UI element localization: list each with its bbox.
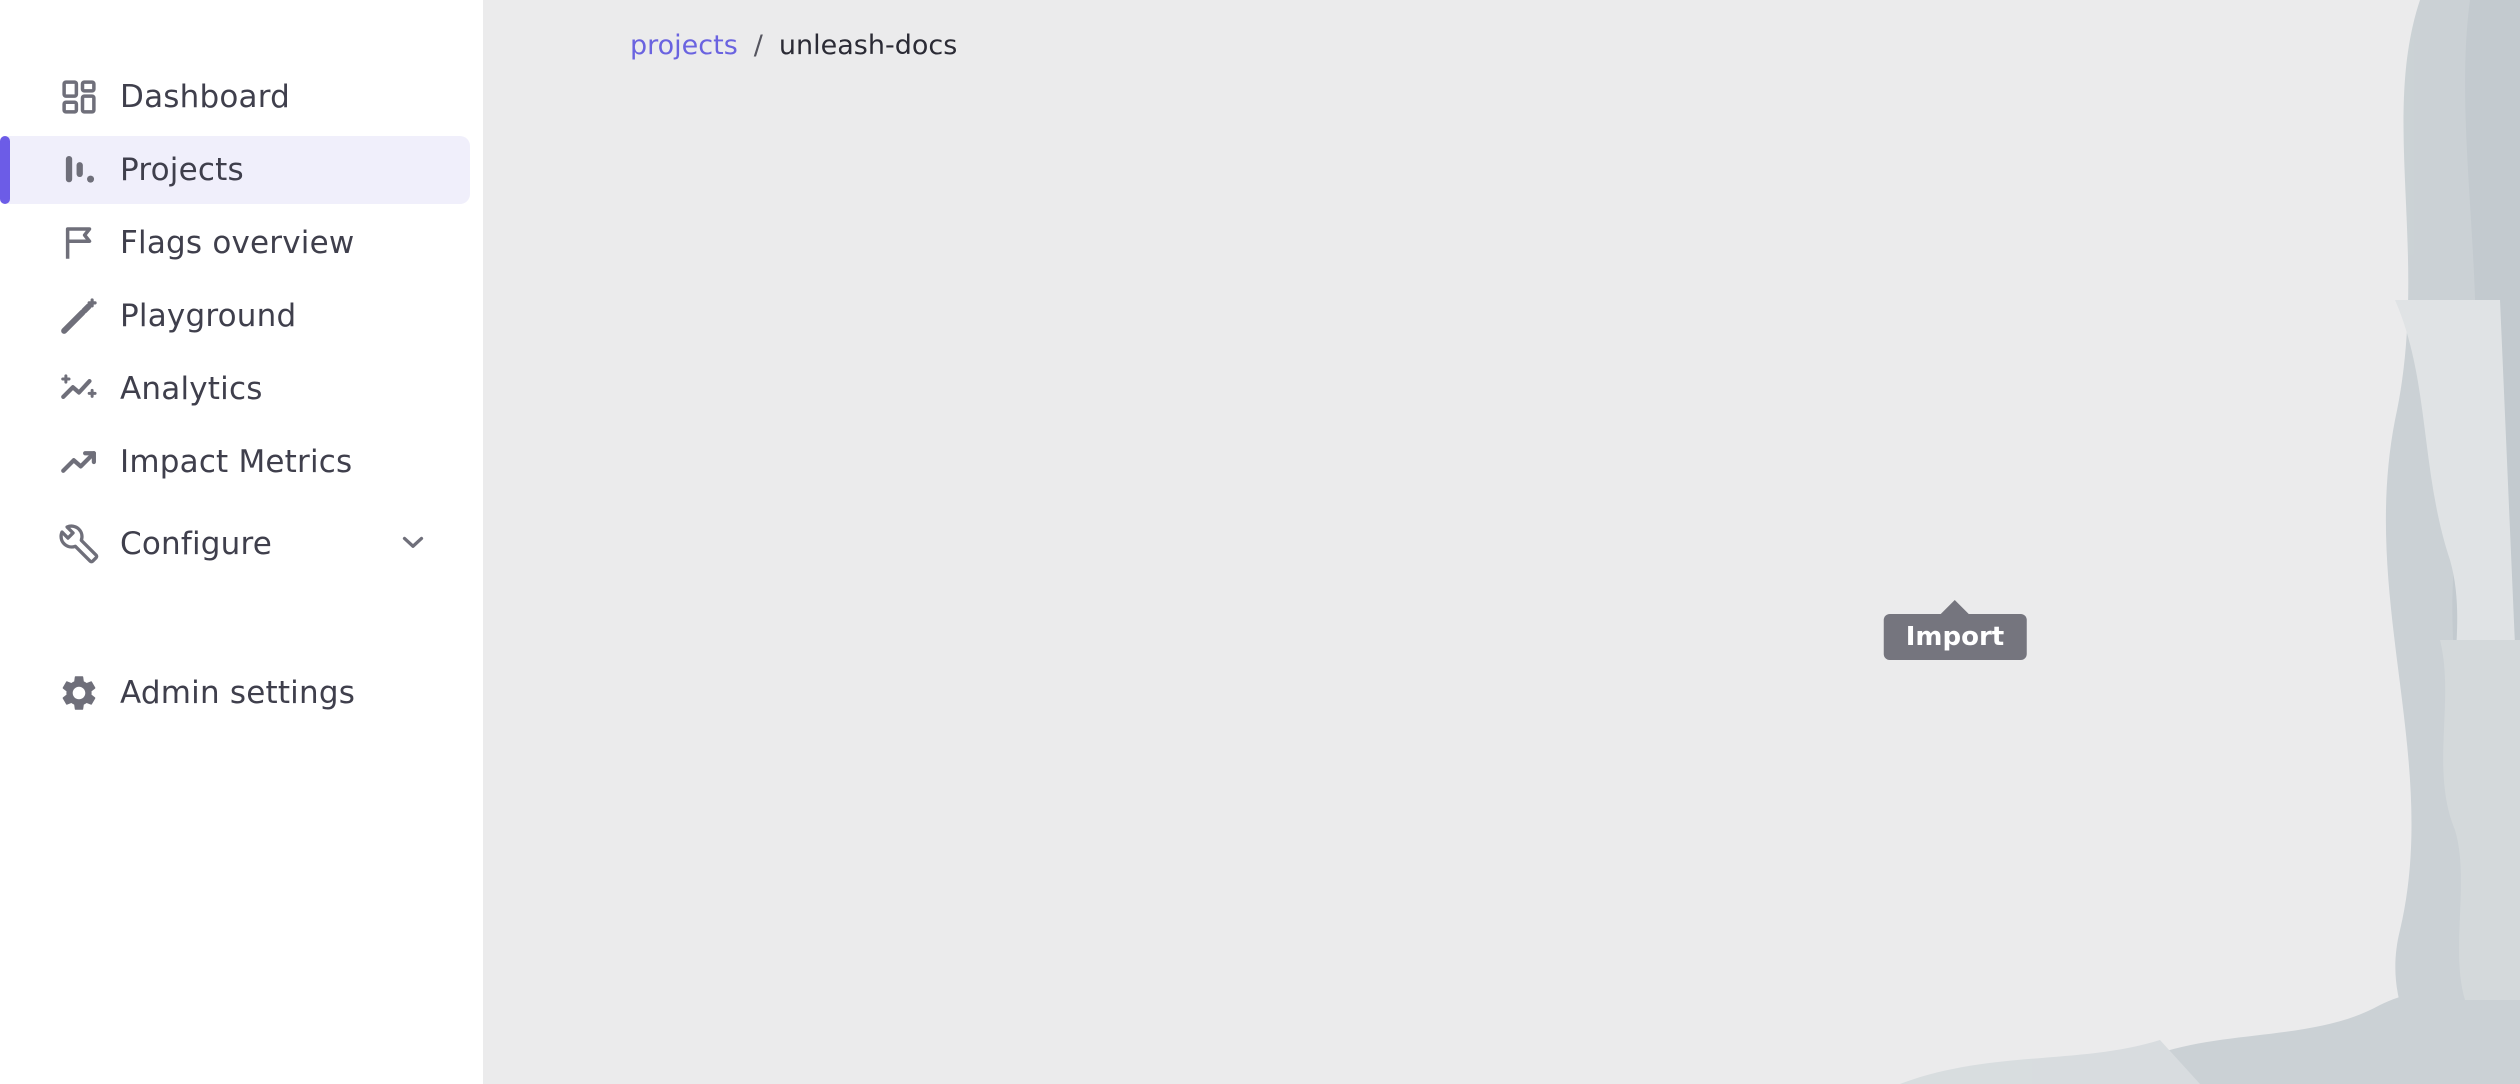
sidebar-item-label: Analytics (120, 371, 263, 407)
breadcrumb-current: unleash-docs (779, 30, 957, 61)
sidebar-item-label: Dashboard (120, 79, 290, 115)
breadcrumb-projects-link[interactable]: projects (630, 30, 738, 61)
import-tooltip: Import (1884, 600, 2027, 660)
tooltip-arrow (1941, 600, 1969, 614)
sidebar-item-dashboard[interactable]: Dashboard (0, 63, 470, 131)
dashboard-icon (56, 74, 102, 120)
trend-up-icon (56, 439, 102, 485)
sidebar-item-configure[interactable]: Configure (0, 510, 470, 578)
sidebar-item-label: Admin settings (120, 675, 355, 711)
sidebar-item-label: Impact Metrics (120, 444, 352, 480)
wrench-icon (56, 521, 102, 567)
sidebar-item-playground[interactable]: Playground (0, 282, 470, 350)
projects-icon (56, 147, 102, 193)
sidebar-item-label: Configure (120, 526, 272, 562)
sidebar-item-label: Projects (120, 152, 244, 188)
breadcrumb: projects / unleash-docs (630, 30, 957, 61)
sidebar-item-analytics[interactable]: Analytics (0, 355, 470, 423)
sidebar-item-flags-overview[interactable]: Flags overview (0, 209, 470, 277)
analytics-icon (56, 366, 102, 412)
sidebar-item-admin-settings[interactable]: Admin settings (0, 659, 470, 727)
tooltip-label: Import (1884, 614, 2027, 660)
sidebar-item-label: Playground (120, 298, 296, 334)
sidebar-item-impact-metrics[interactable]: Impact Metrics (0, 428, 470, 496)
sidebar-item-label: Flags overview (120, 225, 354, 261)
main-content: projects / unleash-docs (483, 0, 2520, 1084)
gear-icon (56, 670, 102, 716)
flag-icon (56, 220, 102, 266)
wand-icon (56, 293, 102, 339)
sidebar-item-projects[interactable]: Projects (0, 136, 470, 204)
chevron-down-icon (396, 525, 430, 563)
sidebar: Dashboard Projects Flags overview Playgr… (0, 0, 483, 1084)
app-root: Dashboard Projects Flags overview Playgr… (0, 0, 2520, 1084)
breadcrumb-separator: / (754, 30, 763, 61)
